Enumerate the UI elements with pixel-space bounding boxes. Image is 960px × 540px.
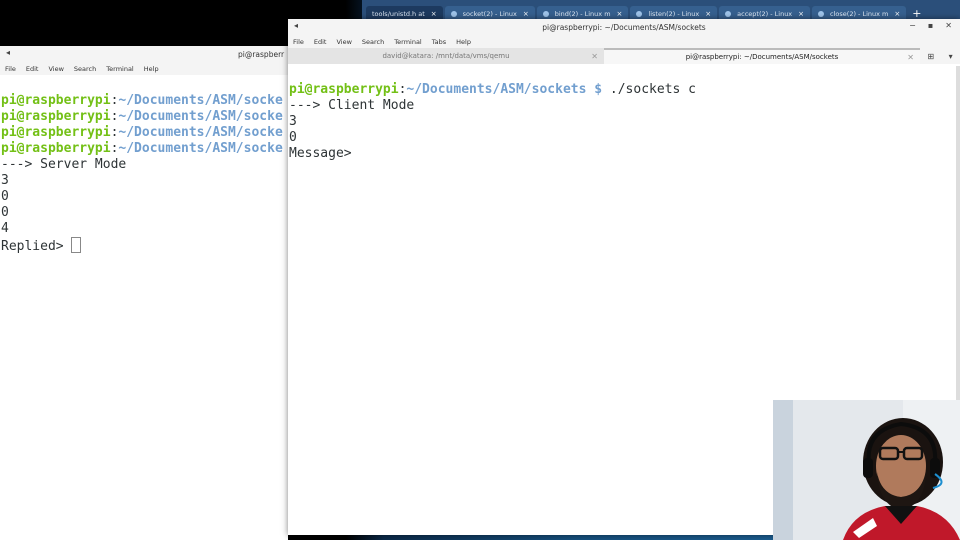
- prompt-user: pi@raspberrypi: [289, 82, 399, 97]
- prompt-path: ~/Documents/ASM/sockets $: [406, 82, 603, 97]
- close-icon[interactable]: ×: [523, 10, 529, 18]
- close-icon[interactable]: ×: [431, 10, 437, 18]
- output-line: ---> Server Mode: [1, 157, 127, 172]
- prompt-user: pi@raspberrypi: [1, 109, 111, 124]
- favicon-icon: [818, 11, 825, 17]
- new-tab-icon[interactable]: ⊞: [927, 52, 934, 61]
- close-icon[interactable]: ×: [894, 10, 900, 18]
- presenter-webcam-image: [773, 400, 960, 540]
- browser-tab-label: bind(2) - Linux m: [554, 10, 611, 18]
- menu-terminal[interactable]: Terminal: [106, 65, 133, 73]
- prompt-path: ~/Documents/ASM/socke: [118, 109, 283, 124]
- prompt-line: pi@raspberrypi:~/Documents/ASM/socke: [1, 93, 288, 109]
- terminal-tab-label: pi@raspberrypi: ~/Documents/ASM/sockets: [685, 53, 839, 61]
- prompt-line: pi@raspberrypi:~/Documents/ASM/socke: [1, 141, 288, 157]
- minimize-icon[interactable]: −: [909, 21, 916, 30]
- menu-help[interactable]: Help: [456, 38, 471, 46]
- close-icon[interactable]: ✕: [907, 53, 914, 62]
- tab-controls: ⊞ ▾: [920, 48, 960, 64]
- chevron-down-icon[interactable]: ▾: [949, 52, 953, 61]
- browser-tab-label: close(2) - Linux m: [830, 10, 889, 18]
- output-line: 4: [1, 221, 9, 236]
- command-text: ./sockets c: [602, 82, 696, 97]
- maximize-icon[interactable]: ▪: [928, 21, 933, 30]
- terminal-scrollbar[interactable]: [956, 66, 960, 416]
- browser-tab-label: accept(2) - Linux: [737, 10, 793, 18]
- menu-view[interactable]: View: [48, 65, 63, 73]
- menu-search[interactable]: Search: [74, 65, 96, 73]
- favicon-icon: [450, 11, 457, 17]
- left-terminal-window[interactable]: ◂ pi@raspberr File Edit View Search Term…: [0, 46, 288, 540]
- close-icon[interactable]: ×: [617, 10, 623, 18]
- window-menu-icon[interactable]: ◂: [294, 21, 298, 30]
- replied-prompt: Replied>: [1, 239, 72, 254]
- close-icon[interactable]: ✕: [945, 21, 952, 30]
- prompt-line: pi@raspberrypi:~/Documents/ASM/socke: [1, 125, 288, 141]
- message-prompt: Message>: [289, 146, 360, 161]
- close-icon[interactable]: ×: [798, 10, 804, 18]
- right-terminal-menubar: File Edit View Search Terminal Tabs Help: [288, 35, 960, 48]
- prompt-path: ~/Documents/ASM/socke: [118, 125, 283, 140]
- browser-tab-label: listen(2) - Linux: [648, 10, 700, 18]
- prompt-line: pi@raspberrypi:~/Documents/ASM/sockets $…: [289, 82, 960, 98]
- close-icon[interactable]: ×: [705, 10, 711, 18]
- output-line: ---> Client Mode: [289, 98, 415, 113]
- browser-tab-label: socket(2) - Linux: [462, 10, 517, 18]
- output-line: 0: [1, 189, 9, 204]
- left-terminal-screen[interactable]: pi@raspberrypi:~/Documents/ASM/socke pi@r…: [0, 77, 288, 287]
- input-line[interactable]: Replied>: [1, 237, 288, 255]
- menu-file[interactable]: File: [5, 65, 16, 73]
- right-terminal-titlebar[interactable]: ◂ pi@raspberrypi: ~/Documents/ASM/socket…: [288, 19, 960, 35]
- favicon-icon: [725, 11, 732, 17]
- window-title: pi@raspberr: [238, 49, 285, 59]
- close-icon[interactable]: ✕: [591, 52, 598, 61]
- output-line: 0: [289, 130, 297, 145]
- menu-help[interactable]: Help: [144, 65, 159, 73]
- output-line: 3: [1, 173, 9, 188]
- prompt-line: pi@raspberrypi:~/Documents/ASM/socke: [1, 109, 288, 125]
- output-line: 0: [1, 205, 9, 220]
- terminal-tab[interactable]: david@katara: /mnt/data/vms/qemu ✕: [288, 48, 604, 64]
- input-line[interactable]: Message>: [289, 146, 960, 162]
- prompt-path: ~/Documents/ASM/socke: [118, 93, 283, 108]
- left-terminal-titlebar[interactable]: ◂ pi@raspberr: [0, 46, 288, 62]
- prompt-user: pi@raspberrypi: [1, 125, 111, 140]
- terminal-tab-label: david@katara: /mnt/data/vms/qemu: [382, 52, 510, 60]
- menu-edit[interactable]: Edit: [26, 65, 39, 73]
- menu-terminal[interactable]: Terminal: [394, 38, 421, 46]
- favicon-icon: [542, 11, 549, 17]
- menu-search[interactable]: Search: [362, 38, 384, 46]
- favicon-icon: [636, 11, 643, 17]
- window-title: pi@raspberrypi: ~/Documents/ASM/sockets: [542, 22, 706, 32]
- browser-tab-label: tools/unistd.h at: [372, 10, 425, 18]
- prompt-user: pi@raspberrypi: [1, 141, 111, 156]
- terminal-tab-active[interactable]: pi@raspberrypi: ~/Documents/ASM/sockets …: [604, 48, 920, 64]
- left-terminal-menubar: File Edit View Search Terminal Help: [0, 62, 288, 75]
- terminal-cursor: [71, 237, 82, 253]
- menu-view[interactable]: View: [336, 38, 351, 46]
- prompt-path: ~/Documents/ASM/socke: [118, 141, 283, 156]
- prompt-user: pi@raspberrypi: [1, 93, 111, 108]
- menu-tabs[interactable]: Tabs: [432, 38, 446, 46]
- webcam-overlay: [773, 400, 960, 540]
- output-line: 3: [289, 114, 297, 129]
- window-menu-icon[interactable]: ◂: [6, 48, 10, 57]
- terminal-tabbar: david@katara: /mnt/data/vms/qemu ✕ pi@ra…: [288, 48, 960, 64]
- menu-file[interactable]: File: [293, 38, 304, 46]
- menu-edit[interactable]: Edit: [314, 38, 327, 46]
